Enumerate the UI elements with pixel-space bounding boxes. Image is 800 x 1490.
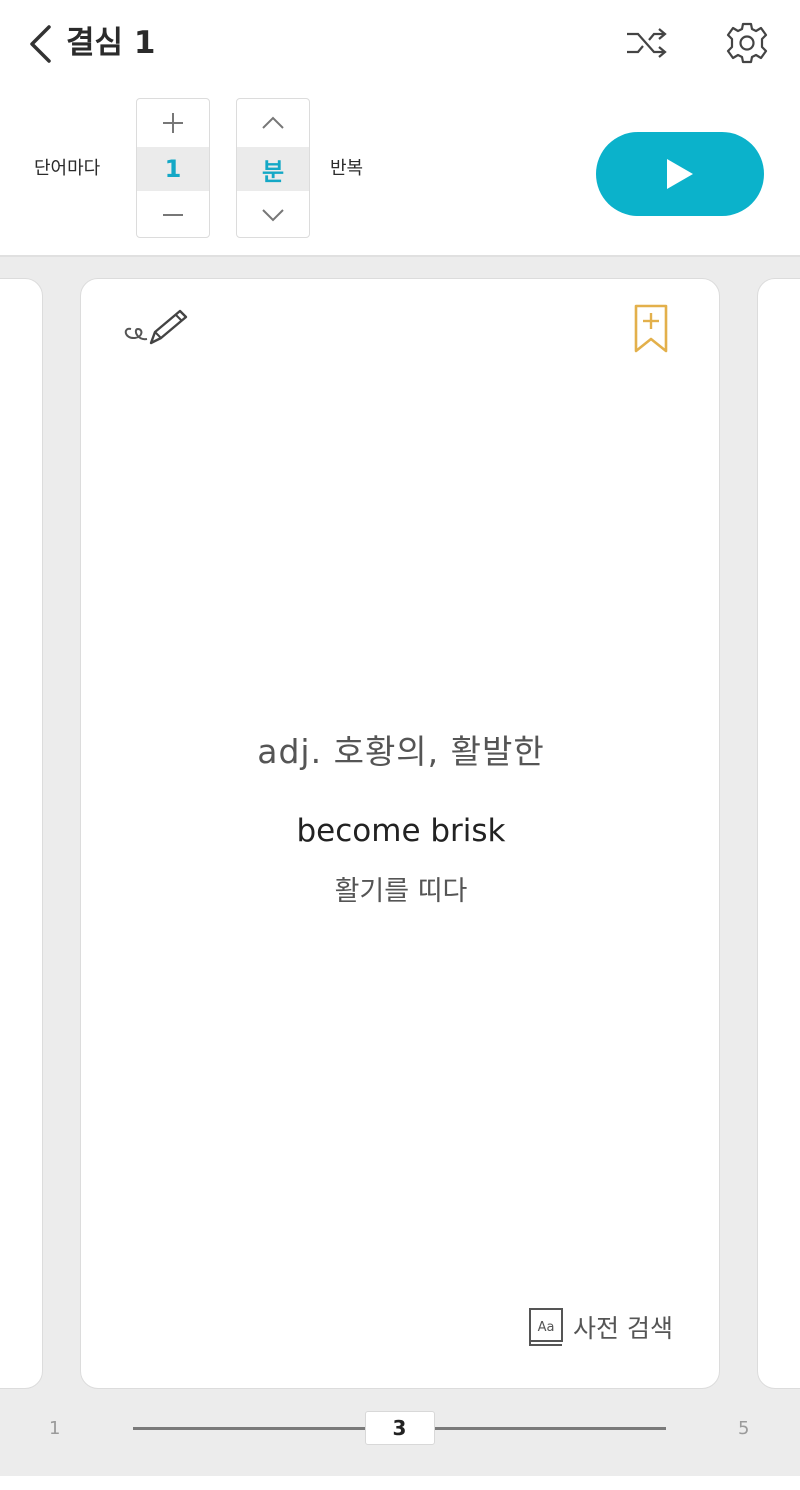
example-phrase-meaning: 활기를 띠다 [334, 876, 468, 907]
example-phrase: become brisk [296, 813, 506, 849]
dictionary-search-button[interactable]: Aa 사전 검색 [527, 1305, 673, 1349]
bookmark-button[interactable] [631, 303, 671, 355]
chevron-up-icon [262, 116, 284, 129]
repeat-label: 반복 [330, 158, 364, 179]
word-meaning: adj. 호황의, 활발한 [257, 732, 545, 771]
plus-icon [163, 113, 183, 133]
page-min-label: 1 [49, 1418, 61, 1439]
back-button[interactable] [20, 22, 60, 66]
word-card: adj. 호황의, 활발한 become brisk 활기를 띠다 Aa 사전 … [80, 278, 720, 1389]
memo-button[interactable] [121, 307, 193, 357]
page-title: 결심 1 [66, 25, 156, 61]
minus-icon [163, 214, 183, 216]
dictionary-search-label: 사전 검색 [573, 1314, 673, 1343]
shuffle-icon [627, 28, 667, 58]
unit-up-button[interactable] [237, 99, 309, 147]
page-navigator: 1 3 5 [0, 1392, 800, 1468]
bottom-strip [0, 1476, 800, 1490]
settings-button[interactable] [722, 20, 772, 66]
page-max-label: 5 [738, 1418, 750, 1439]
play-button[interactable] [596, 132, 764, 216]
chevron-down-icon [262, 209, 284, 222]
bookmark-add-icon [634, 304, 668, 353]
next-card[interactable] [757, 278, 800, 1389]
repeat-count-stepper: 1 [136, 98, 210, 238]
chevron-left-icon [30, 25, 51, 63]
dictionary-book-icon: Aa [529, 1308, 563, 1346]
per-word-label: 단어마다 [34, 158, 101, 179]
unit-value: 분 [237, 147, 309, 191]
gear-icon [726, 22, 768, 64]
unit-down-button[interactable] [237, 191, 309, 237]
shuffle-button[interactable] [622, 20, 672, 66]
repeat-unit-stepper: 분 [236, 98, 310, 238]
play-icon [667, 159, 693, 189]
previous-card[interactable] [0, 278, 43, 1389]
page-slider-thumb[interactable]: 3 [364, 1411, 435, 1445]
pencil-icon [124, 309, 188, 345]
count-value: 1 [137, 147, 209, 191]
count-decrement-button[interactable] [137, 191, 209, 237]
svg-text:Aa: Aa [538, 1320, 555, 1335]
count-increment-button[interactable] [137, 99, 209, 147]
top-bar: 결심 1 단어마다 1 분 반복 [0, 0, 800, 257]
